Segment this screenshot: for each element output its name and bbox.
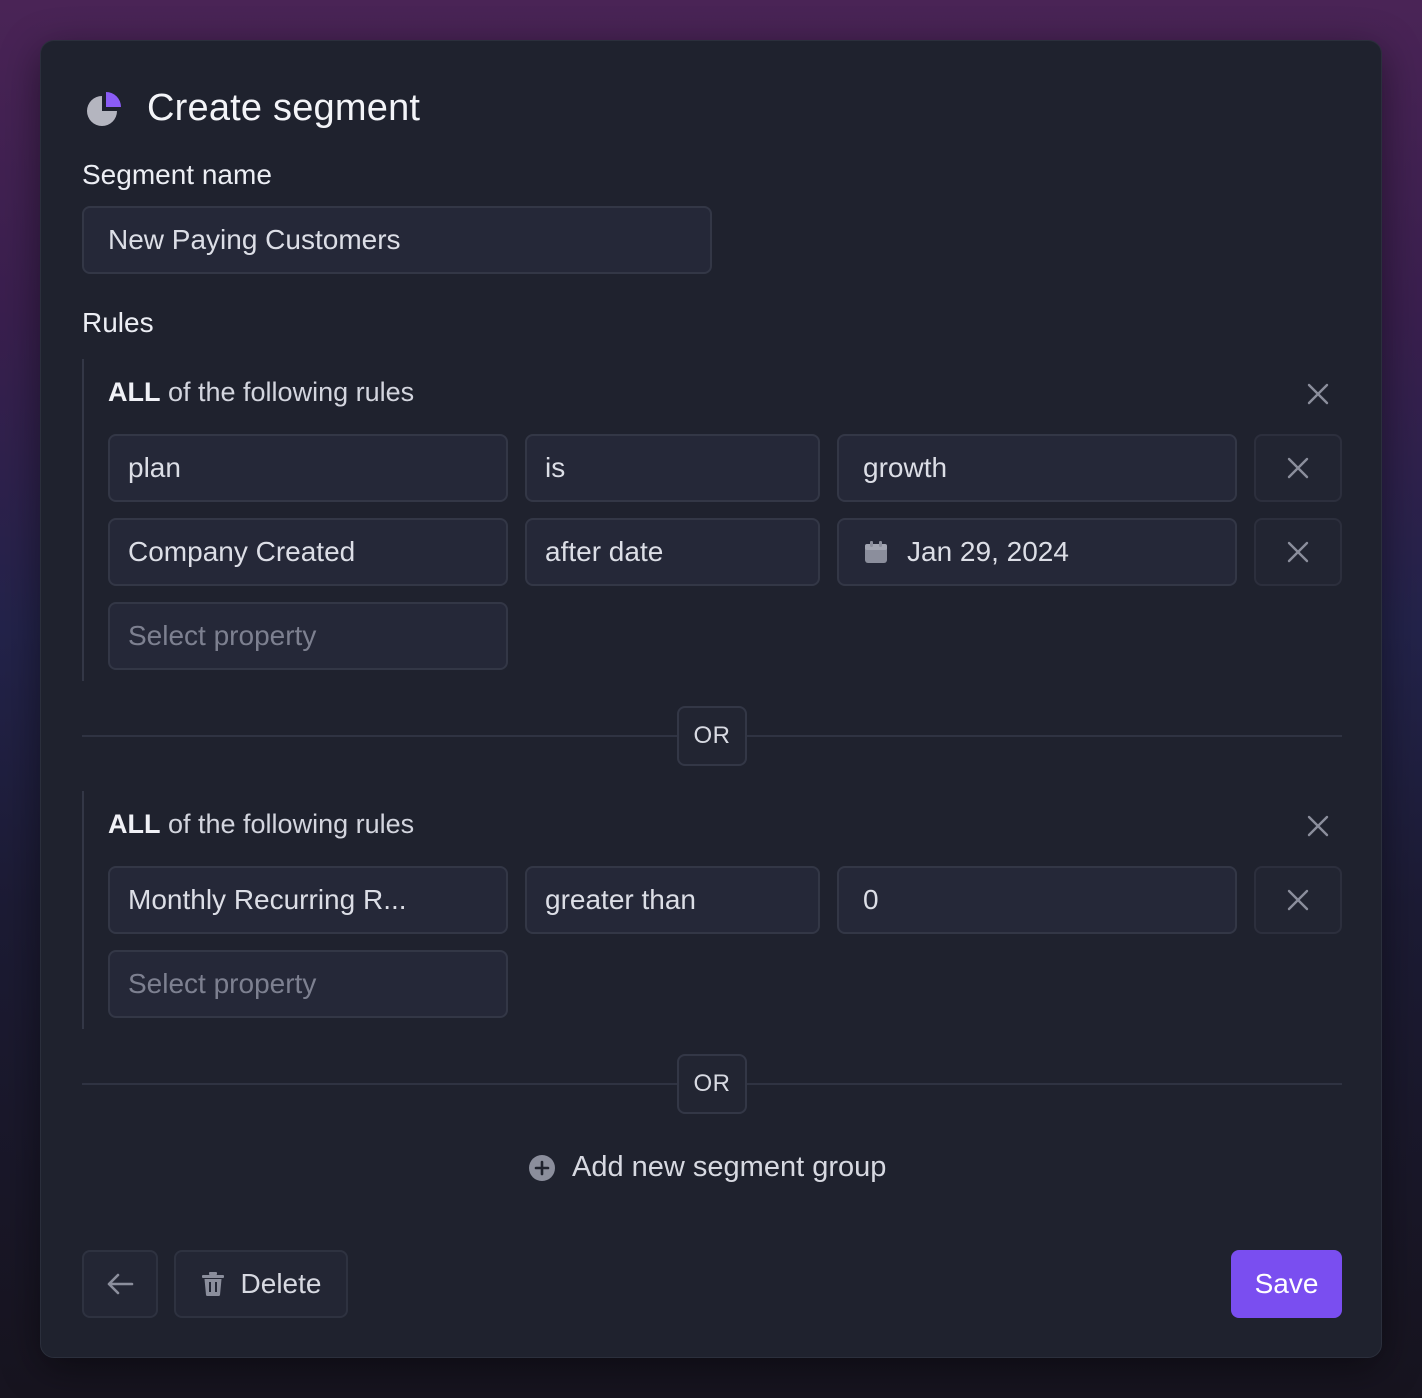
select-property-2[interactable]: Select property [108, 950, 508, 1018]
or-badge-1: OR [677, 706, 747, 766]
remove-group-2-button[interactable] [1303, 811, 1333, 841]
rules-label: Rules [82, 307, 154, 338]
group-2-bar [82, 791, 84, 1029]
rule-1-property[interactable]: plan [108, 434, 508, 502]
plus-circle-icon [529, 1154, 555, 1181]
close-icon [1287, 889, 1309, 911]
segment-name-label: Segment name [82, 159, 272, 190]
back-button[interactable] [82, 1250, 158, 1318]
create-segment-dialog: Create segment Segment name Rules ALL of… [40, 40, 1382, 1358]
rule-2-property[interactable]: Company Created [108, 518, 508, 586]
date-value: Jan 29, 2024 [907, 536, 1069, 567]
add-segment-group-button[interactable]: Add new segment group [528, 1151, 886, 1184]
close-icon [1287, 457, 1309, 479]
group-2-title: ALL of the following rules [108, 809, 415, 839]
rule-1-operator[interactable]: is [525, 434, 820, 502]
save-button[interactable]: Save [1231, 1250, 1342, 1318]
remove-rule-2-button[interactable] [1254, 518, 1342, 586]
or-badge-2: OR [677, 1054, 747, 1114]
dialog-title: Create segment [147, 87, 421, 129]
close-icon [1307, 815, 1329, 837]
dialog-header: Create segment [83, 87, 420, 130]
add-segment-group-label: Add new segment group [572, 1151, 887, 1183]
pie-chart-icon [87, 91, 121, 126]
close-icon [1307, 383, 1329, 405]
rule-1-value[interactable]: growth [837, 434, 1237, 502]
rule-2-date-picker[interactable]: Jan 29, 2024 [837, 518, 1237, 586]
group-1-bar [82, 359, 84, 681]
close-icon [1287, 541, 1309, 563]
trash-icon [201, 1272, 224, 1296]
group-1-title: ALL of the following rules [108, 377, 415, 407]
rule-3-property[interactable]: Monthly Recurring R... [108, 866, 508, 934]
arrow-left-icon [107, 1273, 134, 1295]
remove-rule-3-button[interactable] [1254, 866, 1342, 934]
delete-label: Delete [240, 1268, 322, 1299]
rule-3-value[interactable]: 0 [837, 866, 1237, 934]
rule-2-operator[interactable]: after date [525, 518, 820, 586]
delete-button[interactable]: Delete [174, 1250, 348, 1318]
select-property-1[interactable]: Select property [108, 602, 508, 670]
rule-3-operator[interactable]: greater than [525, 866, 820, 934]
calendar-icon [865, 541, 887, 563]
segment-name-input[interactable] [82, 206, 712, 274]
remove-group-1-button[interactable] [1303, 379, 1333, 409]
remove-rule-1-button[interactable] [1254, 434, 1342, 502]
